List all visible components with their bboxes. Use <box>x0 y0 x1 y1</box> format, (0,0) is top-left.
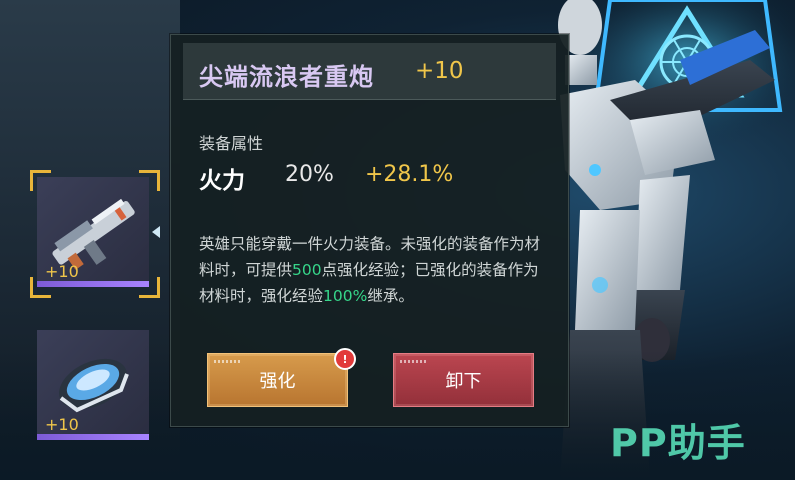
button-stripes <box>400 360 426 363</box>
panel-header: 尖端流浪者重炮 +10 <box>183 43 556 100</box>
watermark-logo: PP助手 <box>610 421 746 465</box>
enhance-button-label: 强化 <box>259 371 296 392</box>
item-description: 英雄只能穿戴一件火力装备。未强化的装备作为材料时，可提供500点强化经验；已强化… <box>199 231 544 309</box>
enhance-button[interactable]: 强化 ! <box>207 348 356 407</box>
rarity-ribbon <box>37 281 149 287</box>
item-name: 尖端流浪者重炮 <box>199 62 374 91</box>
stat-bonus-value: +28.1% <box>365 162 454 187</box>
rarity-ribbon <box>37 434 149 440</box>
stat-base-value: 20% <box>285 162 334 187</box>
unload-button[interactable]: 卸下 <box>393 353 534 407</box>
equipment-slot-armor[interactable]: +10 <box>37 330 149 440</box>
item-detail-panel: 尖端流浪者重炮 +10 装备属性 火力 20% +28.1% 英雄只能穿戴一件火… <box>170 34 569 427</box>
attribute-row: 火力 20% +28.1% <box>199 161 453 194</box>
desc-highlight: 100% <box>323 287 368 305</box>
selection-corner <box>139 277 160 298</box>
desc-text: 继承。 <box>367 287 414 305</box>
item-level: +10 <box>415 58 464 84</box>
stat-name: 火力 <box>199 168 245 194</box>
selection-corner <box>139 170 160 191</box>
desc-highlight: 500 <box>292 261 322 279</box>
selection-corner <box>30 170 51 191</box>
selection-pointer-icon <box>152 226 160 238</box>
button-stripes <box>214 360 240 363</box>
attributes-title: 装备属性 <box>199 134 264 153</box>
equipment-slot-weapon[interactable]: +10 <box>37 177 149 287</box>
alert-badge-icon: ! <box>334 348 356 370</box>
selection-corner <box>30 277 51 298</box>
slot-level: +10 <box>45 415 79 434</box>
unload-button-label: 卸下 <box>445 371 482 392</box>
